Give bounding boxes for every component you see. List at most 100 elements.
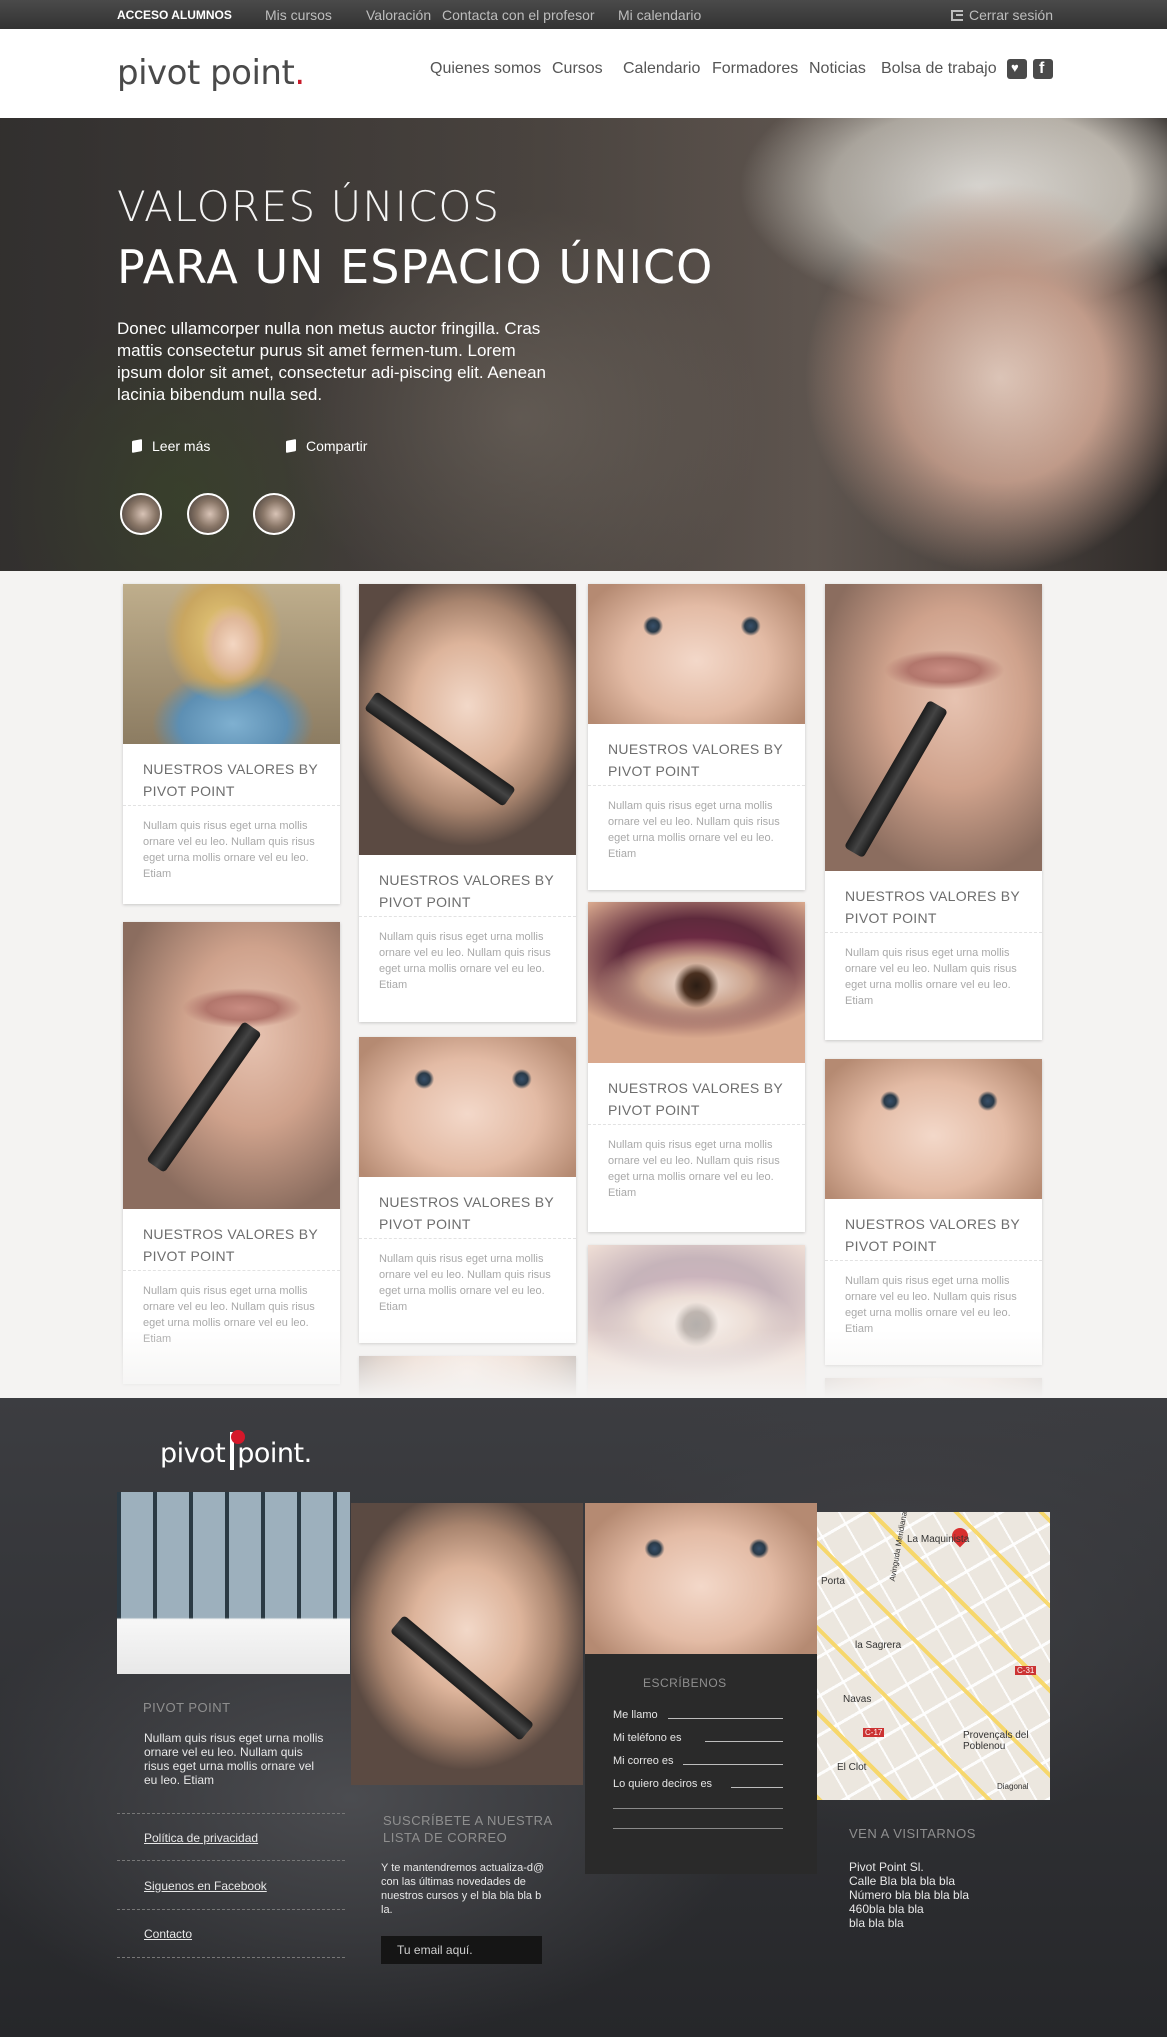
card-image: [123, 584, 340, 744]
read-more-label: Leer más: [152, 438, 211, 454]
card-title: NUESTROS VALORES BY PIVOT POINT: [825, 1199, 1042, 1261]
grid-fade: [100, 1330, 1060, 1398]
newsletter-text: Y te mantendremos actualiza-d@ con las ú…: [381, 1862, 545, 1916]
card[interactable]: NUESTROS VALORES BY PIVOT POINT Nullam q…: [588, 902, 805, 1232]
phone-line: [705, 1741, 783, 1742]
book-icon: [286, 439, 296, 453]
card-body: Nullam quis risus eget urna mollis ornar…: [143, 820, 315, 880]
hero-banner: VALORES ÚNICOS PARA UN ESPACIO ÚNICO Don…: [0, 118, 1167, 571]
card-title: NUESTROS VALORES BY PIVOT POINT: [588, 1063, 805, 1125]
logout-link[interactable]: Cerrar sesión: [950, 7, 1053, 23]
newsletter-email-input[interactable]: [381, 1936, 542, 1964]
map-label: Porta: [821, 1576, 845, 1587]
brush-shape: [146, 1021, 262, 1173]
name-field[interactable]: Me llamo: [613, 1709, 783, 1721]
brush-shape: [389, 1614, 535, 1742]
card[interactable]: NUESTROS VALORES BY PIVOT POINT Nullam q…: [123, 922, 340, 1384]
card[interactable]: NUESTROS VALORES BY PIVOT POINT Nullam q…: [359, 1037, 576, 1343]
contact-link[interactable]: Contacto: [144, 1927, 192, 1941]
card-image: [588, 902, 805, 1063]
privacy-link[interactable]: Política de privacidad: [144, 1831, 258, 1845]
card-body: Nullam quis risus eget urna mollis ornar…: [608, 1139, 780, 1199]
map-label: Diagonal: [997, 1782, 1029, 1791]
contact-form: ESCRÍBENOS Me llamo Mi teléfono es Mi co…: [585, 1654, 817, 1874]
logout-label: Cerrar sesión: [968, 7, 1053, 23]
phone-field[interactable]: Mi teléfono es: [613, 1732, 783, 1744]
map-road-tag: C-31: [1015, 1666, 1037, 1675]
address-line: bla bla bla: [849, 1916, 904, 1930]
site-header: pivot point. Quienes somos Cursos Calend…: [0, 29, 1167, 118]
card[interactable]: NUESTROS VALORES BY PIVOT POINT Nullam q…: [359, 584, 576, 1022]
site-logo[interactable]: pivot point.: [117, 53, 305, 93]
footer-face-image: [351, 1503, 583, 1785]
card-title: NUESTROS VALORES BY PIVOT POINT: [123, 744, 340, 806]
book-icon: [132, 439, 142, 453]
hero-thumb-1[interactable]: [120, 493, 162, 535]
card-body: Nullam quis risus eget urna mollis ornar…: [845, 1275, 1017, 1335]
facebook-icon[interactable]: [1033, 59, 1053, 79]
footer-logo-right: point.: [237, 1438, 312, 1469]
footer-divider: [117, 1909, 345, 1910]
facebook-link[interactable]: Siguenos en Facebook: [144, 1879, 267, 1893]
footer-eyes-image: [585, 1503, 817, 1655]
address-line: 460bla bla bla: [849, 1902, 924, 1916]
footer-logo[interactable]: pivot point.: [160, 1430, 312, 1470]
my-courses-link[interactable]: Mis cursos: [265, 7, 332, 23]
footer-divider: [117, 1957, 345, 1958]
share-button[interactable]: Compartir: [286, 438, 367, 460]
office-image: [117, 1492, 350, 1674]
nav-jobs[interactable]: Bolsa de trabajo: [881, 60, 997, 78]
card-image: [825, 1059, 1042, 1199]
logo-bar-icon: [230, 1430, 246, 1470]
share-label: Compartir: [306, 438, 368, 454]
card-image: [588, 584, 805, 724]
map-road-tag: C-17: [863, 1728, 885, 1737]
newsletter-title: SUSCRÍBETE A NUESTRA LISTA DE CORREO: [383, 1813, 552, 1845]
nav-calendar[interactable]: Calendario: [623, 60, 700, 78]
card-image: [359, 1037, 576, 1177]
footer-divider: [117, 1860, 345, 1861]
card-body: Nullam quis risus eget urna mollis ornar…: [379, 1253, 551, 1313]
my-calendar-link[interactable]: Mi calendario: [618, 7, 701, 23]
hero-thumb-3[interactable]: [253, 493, 295, 535]
nav-about[interactable]: Quienes somos: [430, 60, 541, 78]
card[interactable]: NUESTROS VALORES BY PIVOT POINT Nullam q…: [588, 584, 805, 890]
card-title: NUESTROS VALORES BY PIVOT POINT: [825, 871, 1042, 933]
location-map[interactable]: La Maquinista Porta la Sagrera Navas El …: [817, 1512, 1050, 1800]
nav-trainers[interactable]: Formadores: [712, 60, 798, 78]
map-label: La Maquinista: [907, 1534, 970, 1545]
access-students-link[interactable]: ACCESO ALUMNOS: [117, 8, 232, 22]
brush-shape: [843, 699, 949, 859]
visit-title: VEN A VISITARNOS: [849, 1826, 976, 1841]
card[interactable]: NUESTROS VALORES BY PIVOT POINT Nullam q…: [825, 1059, 1042, 1365]
footer-about-text: Nullam quis risus eget urna mollis ornar…: [144, 1731, 324, 1787]
map-label: la Sagrera: [855, 1640, 902, 1651]
message-line-3[interactable]: [613, 1828, 783, 1829]
hero-lead-text: Donec ullamcorper nulla non metus auctor…: [117, 319, 547, 404]
card-body: Nullam quis risus eget urna mollis ornar…: [608, 800, 780, 860]
card[interactable]: NUESTROS VALORES BY PIVOT POINT Nullam q…: [123, 584, 340, 904]
address-line: Pivot Point Sl.: [849, 1860, 924, 1874]
footer-divider: [117, 1813, 345, 1814]
contact-form-title: ESCRÍBENOS: [643, 1676, 727, 1690]
address-block: Pivot Point Sl. Calle Bla bla bla bla Nú…: [849, 1860, 969, 1930]
map-label: Provençals del Poblenou: [963, 1730, 1029, 1752]
card-image: [825, 584, 1042, 871]
social-heart-icon[interactable]: [1007, 59, 1027, 79]
contact-teacher-link[interactable]: Contacta con el profesor: [442, 7, 595, 23]
card-body: Nullam quis risus eget urna mollis ornar…: [845, 947, 1017, 1007]
card-title: NUESTROS VALORES BY PIVOT POINT: [123, 1209, 340, 1271]
map-label: Avinguda Meridiana: [887, 1512, 909, 1583]
rating-link[interactable]: Valoración: [366, 7, 431, 23]
brush-shape: [364, 691, 516, 807]
hero-thumb-2[interactable]: [187, 493, 229, 535]
read-more-button[interactable]: Leer más: [132, 438, 210, 460]
card[interactable]: NUESTROS VALORES BY PIVOT POINT Nullam q…: [825, 584, 1042, 1040]
card-title: NUESTROS VALORES BY PIVOT POINT: [359, 855, 576, 917]
message-line-2[interactable]: [613, 1808, 783, 1809]
email-field[interactable]: Mi correo es: [613, 1755, 783, 1767]
message-field[interactable]: Lo quiero deciros es: [613, 1778, 783, 1790]
nav-courses[interactable]: Cursos: [552, 60, 603, 78]
nav-news[interactable]: Noticias: [809, 60, 866, 78]
message-label: Lo quiero deciros es: [613, 1778, 713, 1790]
